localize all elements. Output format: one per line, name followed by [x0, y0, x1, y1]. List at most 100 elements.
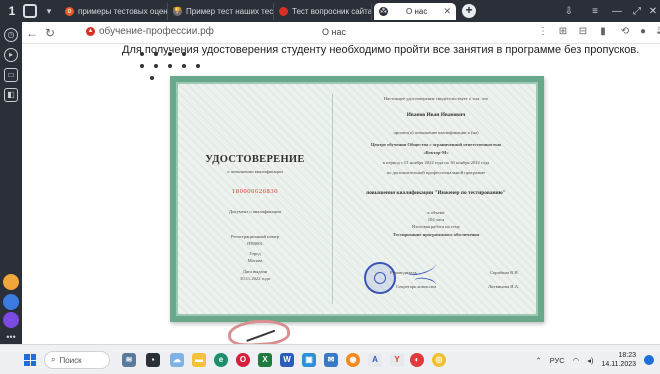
- page-content: Для получения удостоверения студенту нео…: [22, 44, 660, 344]
- task-view-icon[interactable]: ▪: [146, 353, 160, 367]
- tab-label: примеры тестовых оценок: [78, 7, 168, 16]
- holder-name: Иванов Иван Иванович: [406, 112, 466, 118]
- file-explorer-icon[interactable]: ▬: [192, 353, 206, 367]
- certificate-divider: [332, 94, 333, 304]
- certificate-image: УДОСТОВЕРЕНИЕ о повышении квалификации 1…: [170, 76, 544, 322]
- gallery-icon[interactable]: ◧: [4, 88, 18, 102]
- bookmark-icon[interactable]: ▮: [596, 26, 610, 37]
- share-icon[interactable]: ⊟: [576, 26, 590, 37]
- extension-icon[interactable]: ⟲: [618, 26, 632, 37]
- mail-icon[interactable]: ✉: [324, 353, 338, 367]
- download-icon[interactable]: ⇩: [560, 3, 578, 19]
- page-title: О нас: [322, 27, 346, 37]
- organization-stamp: [364, 262, 396, 294]
- site-favicon-icon: о: [65, 7, 74, 16]
- word-icon[interactable]: W: [280, 353, 294, 367]
- new-tab-button[interactable]: +: [462, 4, 476, 18]
- chevron-down-icon[interactable]: ▾: [42, 2, 56, 20]
- security-warning-icon[interactable]: ▲: [86, 27, 95, 36]
- desktop-screen: 1 ▾ о примеры тестовых оценок 🏆 Пример т…: [0, 0, 660, 374]
- back-icon[interactable]: ←: [24, 25, 40, 41]
- windows-start-icon[interactable]: [24, 354, 36, 366]
- menu-icon[interactable]: ≡: [586, 3, 604, 19]
- address-bar-row: ← ↻ ▲ обучение-профессии.рф О нас ⋮ ⊞ ⊟ …: [22, 22, 660, 44]
- address-field[interactable]: ▲ обучение-профессии.рф: [86, 26, 214, 37]
- bookmark-panel-icon[interactable]: ▭: [4, 68, 18, 82]
- system-tray: ⌃ РУС ◠ ◂) 18:23 14.11.2023: [535, 350, 654, 370]
- reload-icon[interactable]: ↻: [42, 25, 58, 41]
- photos-icon[interactable]: ▣: [302, 353, 316, 367]
- clock-date: 14.11.2023: [601, 361, 636, 368]
- chevron-up-icon[interactable]: ⌃: [535, 356, 541, 365]
- tab-label: Тест вопросник сайта с про: [292, 7, 372, 16]
- chrome-icon[interactable]: ◎: [432, 353, 446, 367]
- secretary-label: Секретарь комиссии: [396, 284, 436, 289]
- wifi-icon[interactable]: ◠: [573, 356, 580, 365]
- volume-value: 104 часа: [427, 217, 445, 222]
- bullet-row: [140, 64, 200, 68]
- weather-icon[interactable]: ☁: [170, 353, 184, 367]
- clock-icon[interactable]: ◷: [4, 28, 18, 42]
- volume-icon[interactable]: ◂): [587, 356, 593, 365]
- certificate-type: Документ о квалификации: [228, 209, 282, 214]
- tab-label: Пример тест наших тесто: [186, 7, 274, 16]
- program-label: по дополнительной профессиональной прогр…: [386, 170, 486, 175]
- certificate-title: УДОСТОВЕРЕНИЕ: [205, 154, 305, 165]
- director-label: Руководитель: [390, 270, 417, 275]
- trophy-icon: 🏆: [173, 7, 182, 16]
- excel-icon[interactable]: X: [258, 353, 272, 367]
- profile-icon[interactable]: 1: [4, 2, 20, 20]
- edge-icon[interactable]: e: [214, 353, 228, 367]
- tab-2[interactable]: 🏆 Пример тест наших тесто: [168, 3, 274, 20]
- city-label: Город: [249, 251, 261, 256]
- browser-side-panel: ◷ ▸ ▭ ◧ •••: [0, 22, 22, 344]
- city-value: Москва: [247, 258, 263, 263]
- clock[interactable]: 18:23 14.11.2023: [601, 351, 636, 369]
- search-label: Поиск: [59, 355, 82, 365]
- window-close-icon[interactable]: ✕: [644, 3, 660, 19]
- alice-icon[interactable]: [3, 312, 19, 328]
- play-icon[interactable]: ▸: [4, 48, 18, 62]
- volume-label: в объеме: [427, 210, 445, 215]
- translate-icon[interactable]: ⋮: [536, 26, 550, 37]
- organization-line-1: Центре обучения Общества с ограниченной …: [370, 142, 502, 147]
- font-icon[interactable]: A: [368, 353, 382, 367]
- issue-date-label: Дата выдачи: [242, 269, 268, 274]
- certificate-sheet: УДОСТОВЕРЕНИЕ о повышении квалификации 1…: [176, 82, 538, 316]
- close-icon[interactable]: ✕: [443, 6, 451, 17]
- vpn-icon[interactable]: ●: [636, 26, 650, 37]
- notification-icon[interactable]: [644, 355, 654, 365]
- opera-icon[interactable]: O: [236, 353, 250, 367]
- download-arrow-icon[interactable]: ⇣: [652, 26, 660, 37]
- widget-icon[interactable]: ≋: [122, 353, 136, 367]
- reader-icon[interactable]: ⊞: [556, 26, 570, 37]
- url-text: обучение-профессии.рф: [99, 26, 214, 37]
- certificate-subtitle: о повышении квалификации: [227, 169, 283, 174]
- tab-3[interactable]: Тест вопросник сайта с про: [274, 3, 372, 20]
- tab-overview-icon[interactable]: [23, 2, 39, 20]
- tab-1[interactable]: о примеры тестовых оценок: [60, 3, 168, 20]
- language-indicator[interactable]: РУС: [550, 356, 565, 365]
- minimize-icon[interactable]: —: [608, 3, 626, 19]
- tab-active-about[interactable]: ⁂ О нас ✕: [374, 3, 456, 20]
- firefox-icon[interactable]: ◉: [346, 353, 360, 367]
- reg-number-label: Регистрационный номер: [230, 234, 280, 239]
- assistant-icon[interactable]: [3, 294, 19, 310]
- director-name: Скрябина В.Н.: [490, 270, 519, 275]
- study-period: в период с 01 ноября 2022 года по 30 ноя…: [382, 160, 490, 165]
- search-icon: ⌕: [51, 355, 56, 364]
- site-logo-icon: ⁂: [379, 7, 388, 16]
- final-work-label: Итоговая работа на тему: [411, 224, 461, 229]
- yandex-icon[interactable]: ◐: [410, 353, 424, 367]
- shield-icon[interactable]: [3, 274, 19, 290]
- final-work-topic: Тестирование программного обеспечения: [392, 232, 480, 237]
- yandex-browser-icon[interactable]: Y: [390, 353, 404, 367]
- bullet-row: [150, 76, 154, 80]
- taskbar-search[interactable]: ⌕ Поиск: [44, 351, 110, 369]
- record-icon: [279, 7, 288, 16]
- reg-number-value: ПП0001: [247, 241, 263, 246]
- issue-date-value: 30.11.2022 года: [240, 276, 270, 281]
- page-headline: Для получения удостоверения студенту нео…: [122, 44, 640, 56]
- bullet-row: [140, 52, 186, 56]
- browser-tab-strip: 1 ▾ о примеры тестовых оценок 🏆 Пример т…: [0, 0, 660, 22]
